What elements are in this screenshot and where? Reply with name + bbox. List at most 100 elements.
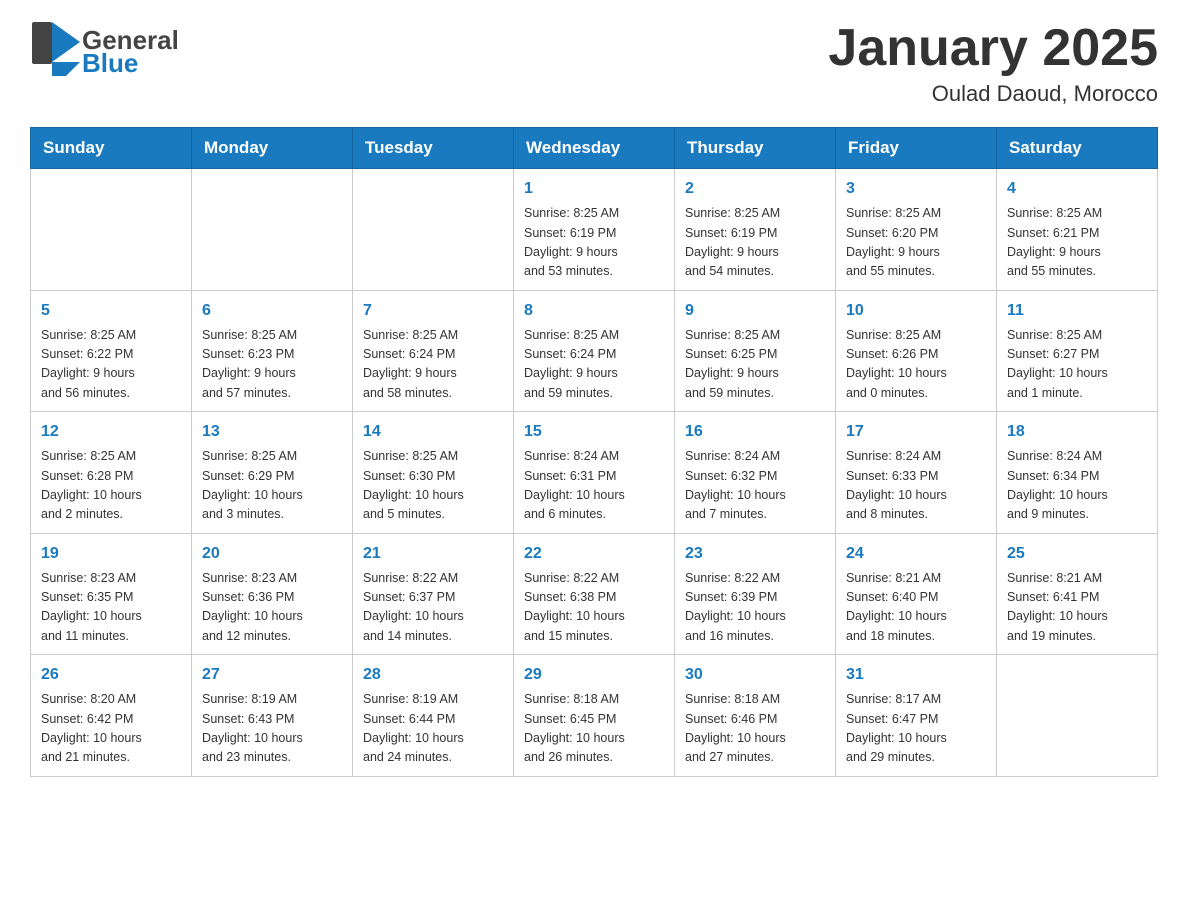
calendar-cell: 8 Sunrise: 8:25 AM Sunset: 6:24 PM Daylig… [514, 290, 675, 412]
day-info: Sunrise: 8:25 AM Sunset: 6:22 PM Dayligh… [41, 326, 181, 404]
day-info: Sunrise: 8:24 AM Sunset: 6:32 PM Dayligh… [685, 447, 825, 525]
calendar-cell: 26Sunrise: 8:20 AM Sunset: 6:42 PM Dayli… [31, 655, 192, 777]
calendar-cell: 13Sunrise: 8:25 AM Sunset: 6:29 PM Dayli… [192, 412, 353, 534]
day-number: 9 [685, 299, 825, 323]
day-number: 3 [846, 177, 986, 201]
day-header-row: Sunday Monday Tuesday Wednesday Thursday… [31, 128, 1158, 169]
col-friday: Friday [836, 128, 997, 169]
day-info: Sunrise: 8:22 AM Sunset: 6:38 PM Dayligh… [524, 569, 664, 647]
day-number: 28 [363, 663, 503, 687]
day-info: Sunrise: 8:19 AM Sunset: 6:43 PM Dayligh… [202, 690, 342, 768]
calendar-cell: 27Sunrise: 8:19 AM Sunset: 6:43 PM Dayli… [192, 655, 353, 777]
day-info: Sunrise: 8:25 AM Sunset: 6:19 PM Dayligh… [685, 204, 825, 282]
day-number: 13 [202, 420, 342, 444]
calendar-week-row: 5 Sunrise: 8:25 AM Sunset: 6:22 PM Daylig… [31, 290, 1158, 412]
day-number: 1 [524, 177, 664, 201]
calendar-cell: 14 Sunrise: 8:25 AM Sunset: 6:30 PM Dayli… [353, 412, 514, 534]
calendar-cell: 2 Sunrise: 8:25 AM Sunset: 6:19 PM Daylig… [675, 169, 836, 291]
logo: General Blue [30, 20, 179, 82]
day-number: 5 [41, 299, 181, 323]
calendar-cell: 29Sunrise: 8:18 AM Sunset: 6:45 PM Dayli… [514, 655, 675, 777]
calendar-cell: 17 Sunrise: 8:24 AM Sunset: 6:33 PM Dayli… [836, 412, 997, 534]
day-info: Sunrise: 8:25 AM Sunset: 6:27 PM Dayligh… [1007, 326, 1147, 404]
calendar-cell: 6Sunrise: 8:25 AM Sunset: 6:23 PM Daylig… [192, 290, 353, 412]
day-number: 7 [363, 299, 503, 323]
day-number: 8 [524, 299, 664, 323]
calendar-cell: 3 Sunrise: 8:25 AM Sunset: 6:20 PM Daylig… [836, 169, 997, 291]
calendar-cell: 12 Sunrise: 8:25 AM Sunset: 6:28 PM Dayli… [31, 412, 192, 534]
day-info: Sunrise: 8:24 AM Sunset: 6:33 PM Dayligh… [846, 447, 986, 525]
day-number: 14 [363, 420, 503, 444]
day-number: 10 [846, 299, 986, 323]
calendar-cell: 11Sunrise: 8:25 AM Sunset: 6:27 PM Dayli… [997, 290, 1158, 412]
day-number: 20 [202, 542, 342, 566]
day-info: Sunrise: 8:22 AM Sunset: 6:39 PM Dayligh… [685, 569, 825, 647]
page-header: General Blue January 2025 Oulad Daoud, M… [30, 20, 1158, 107]
calendar-week-row: 12 Sunrise: 8:25 AM Sunset: 6:28 PM Dayli… [31, 412, 1158, 534]
day-info: Sunrise: 8:21 AM Sunset: 6:41 PM Dayligh… [1007, 569, 1147, 647]
day-number: 19 [41, 542, 181, 566]
day-info: Sunrise: 8:25 AM Sunset: 6:26 PM Dayligh… [846, 326, 986, 404]
day-number: 18 [1007, 420, 1147, 444]
calendar-week-row: 19 Sunrise: 8:23 AM Sunset: 6:35 PM Dayli… [31, 533, 1158, 655]
day-info: Sunrise: 8:19 AM Sunset: 6:44 PM Dayligh… [363, 690, 503, 768]
day-info: Sunrise: 8:25 AM Sunset: 6:30 PM Dayligh… [363, 447, 503, 525]
day-number: 15 [524, 420, 664, 444]
day-number: 31 [846, 663, 986, 687]
day-number: 30 [685, 663, 825, 687]
calendar-cell: 9 Sunrise: 8:25 AM Sunset: 6:25 PM Daylig… [675, 290, 836, 412]
logo-text: General Blue [82, 27, 179, 76]
day-number: 16 [685, 420, 825, 444]
day-info: Sunrise: 8:22 AM Sunset: 6:37 PM Dayligh… [363, 569, 503, 647]
day-number: 29 [524, 663, 664, 687]
day-info: Sunrise: 8:25 AM Sunset: 6:19 PM Dayligh… [524, 204, 664, 282]
calendar-cell [353, 169, 514, 291]
calendar-cell: 1 Sunrise: 8:25 AM Sunset: 6:19 PM Daylig… [514, 169, 675, 291]
day-info: Sunrise: 8:24 AM Sunset: 6:31 PM Dayligh… [524, 447, 664, 525]
day-number: 2 [685, 177, 825, 201]
day-number: 24 [846, 542, 986, 566]
calendar-body: 1 Sunrise: 8:25 AM Sunset: 6:19 PM Daylig… [31, 169, 1158, 777]
col-monday: Monday [192, 128, 353, 169]
calendar-cell: 10 Sunrise: 8:25 AM Sunset: 6:26 PM Dayli… [836, 290, 997, 412]
calendar-cell: 22 Sunrise: 8:22 AM Sunset: 6:38 PM Dayli… [514, 533, 675, 655]
calendar-cell: 5 Sunrise: 8:25 AM Sunset: 6:22 PM Daylig… [31, 290, 192, 412]
col-sunday: Sunday [31, 128, 192, 169]
calendar-cell: 25Sunrise: 8:21 AM Sunset: 6:41 PM Dayli… [997, 533, 1158, 655]
col-tuesday: Tuesday [353, 128, 514, 169]
calendar-cell: 20 Sunrise: 8:23 AM Sunset: 6:36 PM Dayli… [192, 533, 353, 655]
day-number: 21 [363, 542, 503, 566]
day-number: 17 [846, 420, 986, 444]
day-info: Sunrise: 8:18 AM Sunset: 6:46 PM Dayligh… [685, 690, 825, 768]
calendar-week-row: 26Sunrise: 8:20 AM Sunset: 6:42 PM Dayli… [31, 655, 1158, 777]
day-info: Sunrise: 8:21 AM Sunset: 6:40 PM Dayligh… [846, 569, 986, 647]
logo-blue-text: Blue [82, 50, 179, 76]
day-info: Sunrise: 8:23 AM Sunset: 6:35 PM Dayligh… [41, 569, 181, 647]
calendar-subtitle: Oulad Daoud, Morocco [828, 81, 1158, 107]
calendar-cell: 30 Sunrise: 8:18 AM Sunset: 6:46 PM Dayli… [675, 655, 836, 777]
day-number: 12 [41, 420, 181, 444]
calendar-cell: 21 Sunrise: 8:22 AM Sunset: 6:37 PM Dayli… [353, 533, 514, 655]
day-info: Sunrise: 8:25 AM Sunset: 6:24 PM Dayligh… [524, 326, 664, 404]
day-number: 4 [1007, 177, 1147, 201]
calendar-cell: 15 Sunrise: 8:24 AM Sunset: 6:31 PM Dayli… [514, 412, 675, 534]
calendar-cell: 7 Sunrise: 8:25 AM Sunset: 6:24 PM Daylig… [353, 290, 514, 412]
calendar-cell: 16 Sunrise: 8:24 AM Sunset: 6:32 PM Dayli… [675, 412, 836, 534]
day-info: Sunrise: 8:25 AM Sunset: 6:28 PM Dayligh… [41, 447, 181, 525]
calendar-cell: 28 Sunrise: 8:19 AM Sunset: 6:44 PM Dayli… [353, 655, 514, 777]
title-section: January 2025 Oulad Daoud, Morocco [828, 20, 1158, 107]
day-info: Sunrise: 8:25 AM Sunset: 6:20 PM Dayligh… [846, 204, 986, 282]
day-info: Sunrise: 8:25 AM Sunset: 6:24 PM Dayligh… [363, 326, 503, 404]
day-number: 22 [524, 542, 664, 566]
day-info: Sunrise: 8:25 AM Sunset: 6:25 PM Dayligh… [685, 326, 825, 404]
calendar-title: January 2025 [828, 20, 1158, 77]
calendar-cell: 24 Sunrise: 8:21 AM Sunset: 6:40 PM Dayli… [836, 533, 997, 655]
calendar-header: Sunday Monday Tuesday Wednesday Thursday… [31, 128, 1158, 169]
calendar-cell: 4Sunrise: 8:25 AM Sunset: 6:21 PM Daylig… [997, 169, 1158, 291]
calendar-cell: 31Sunrise: 8:17 AM Sunset: 6:47 PM Dayli… [836, 655, 997, 777]
col-wednesday: Wednesday [514, 128, 675, 169]
calendar-cell: 23Sunrise: 8:22 AM Sunset: 6:39 PM Dayli… [675, 533, 836, 655]
calendar-table: Sunday Monday Tuesday Wednesday Thursday… [30, 127, 1158, 777]
day-info: Sunrise: 8:23 AM Sunset: 6:36 PM Dayligh… [202, 569, 342, 647]
col-thursday: Thursday [675, 128, 836, 169]
